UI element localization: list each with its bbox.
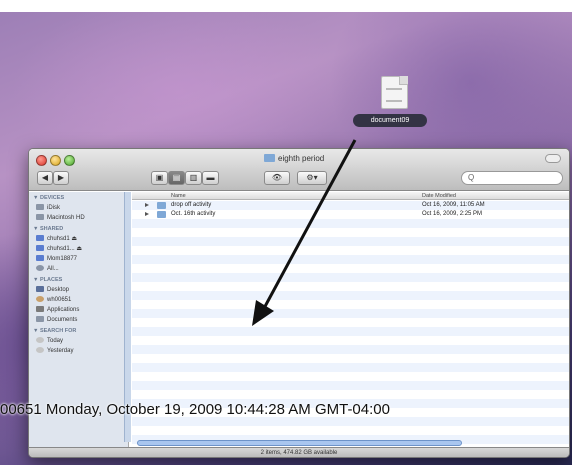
arrow-head: [252, 300, 274, 326]
annotation-arrow: [252, 139, 357, 326]
timestamp-overlay: 00651 Monday, October 19, 2009 10:44:28 …: [0, 401, 390, 418]
arrow-shaft: [260, 139, 357, 313]
screenshot-frame: document09 eighth period ◀ ▶ ▣ ▤ ▥ ▬ 👁 ⚙…: [0, 0, 572, 465]
